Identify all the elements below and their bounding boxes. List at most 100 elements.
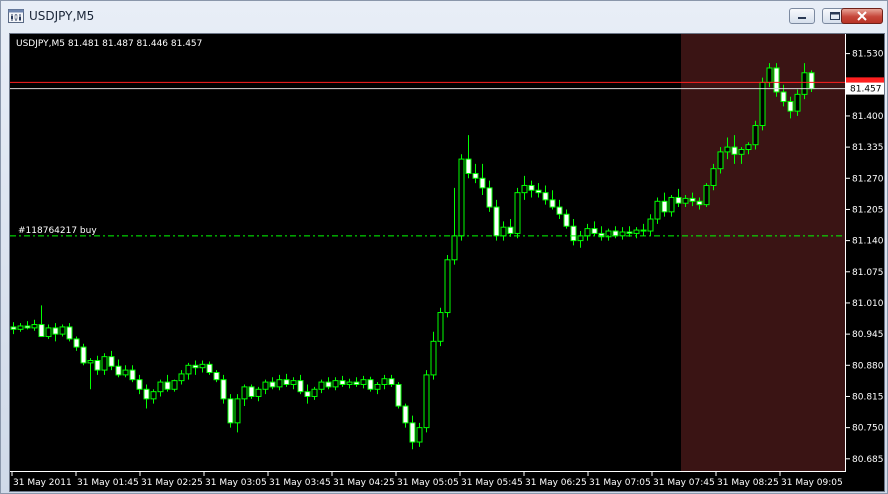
candle-body (38, 324, 45, 338)
candle-body (367, 379, 374, 390)
time-tick-label: 31 May 01:45 (77, 478, 139, 488)
close-button[interactable] (841, 8, 883, 24)
candle (304, 384, 311, 404)
candle-body (164, 381, 171, 390)
candle-body (136, 379, 143, 390)
candle (535, 183, 542, 198)
candle-body (549, 199, 556, 208)
time-tick-label: 31 May 05:05 (397, 478, 459, 488)
candle-body (171, 380, 178, 390)
candle-body (360, 379, 367, 385)
price-tick-label: 81.205 (852, 205, 884, 215)
candle (493, 199, 500, 241)
candle-body (521, 184, 528, 194)
candle (409, 415, 416, 450)
candle-body (584, 228, 591, 237)
time-axis: 31 May 2011 31 May 01:45 31 May 02:25 31 Ma… (11, 471, 843, 488)
order-label: #118764217 buy (18, 226, 97, 236)
time-tick-label: 31 May 05:45 (461, 478, 523, 488)
candle-body (122, 369, 129, 376)
minimize-button[interactable] (789, 8, 815, 24)
candle-body (199, 363, 206, 369)
candle (248, 384, 255, 399)
candle (444, 255, 451, 318)
candle (318, 379, 325, 394)
candle (528, 180, 535, 198)
candle-body (283, 379, 290, 385)
candle-body (395, 383, 402, 407)
candle (325, 377, 332, 390)
candle-body (115, 365, 122, 376)
candle (234, 394, 241, 433)
candle (353, 377, 360, 387)
candle-body (479, 177, 486, 189)
price-tick-label: 81.335 (852, 143, 884, 153)
price-tick-label: 80.945 (852, 330, 884, 340)
candle-body (374, 383, 381, 390)
candle-body (451, 235, 458, 261)
chart-app-icon (8, 9, 24, 23)
candle (556, 199, 563, 220)
candle-body (640, 229, 647, 232)
candle (458, 154, 465, 241)
candle (472, 163, 479, 184)
candle (136, 374, 143, 395)
candle-body (255, 388, 262, 397)
candle-body (353, 381, 360, 385)
candle (570, 219, 577, 246)
candle (521, 175, 528, 200)
time-tick-label: 31 May 09:05 (781, 478, 843, 488)
candle (297, 374, 304, 395)
candle-body (675, 196, 682, 204)
candle (59, 324, 66, 337)
candle (360, 375, 367, 389)
candle (626, 226, 633, 237)
candle (115, 359, 122, 378)
candle-body (738, 149, 745, 155)
price-chart[interactable]: #118764217 buy USDJPY,M5 81.481 81.487 8… (10, 34, 884, 491)
candle-body (73, 338, 80, 348)
candle-body (703, 184, 710, 206)
candle-body (80, 346, 87, 364)
candle-body (668, 196, 675, 213)
candle (129, 365, 136, 383)
candle (479, 163, 486, 196)
candle (759, 77, 766, 131)
candle (150, 389, 157, 404)
candle (262, 379, 269, 395)
candle (423, 370, 430, 433)
candle (451, 187, 458, 265)
candle (87, 358, 94, 390)
candle (402, 403, 409, 428)
title-bar[interactable]: USDJPY,M5 (1, 1, 887, 31)
candle (507, 219, 514, 237)
candle-body (318, 381, 325, 390)
candle (437, 307, 444, 347)
candle (227, 394, 234, 428)
candle (549, 190, 556, 210)
candle-body (311, 388, 318, 397)
candle-body (276, 379, 283, 388)
candle-body (269, 381, 276, 388)
candle (283, 373, 290, 387)
candle (171, 379, 178, 392)
candle (73, 336, 80, 351)
candle-body (143, 388, 150, 400)
candle (157, 379, 164, 397)
candle (675, 188, 682, 208)
candle (185, 362, 192, 380)
candle (374, 382, 381, 395)
candle-body (591, 228, 598, 234)
candle (339, 375, 346, 387)
time-tick-label: 31 May 03:45 (269, 478, 331, 488)
chart-area[interactable]: #118764217 buy USDJPY,M5 81.481 81.487 8… (9, 33, 885, 492)
candle-body (493, 206, 500, 237)
candle-body (577, 235, 584, 242)
candle-body (52, 327, 59, 335)
time-tick-label: 31 May 03:05 (205, 478, 267, 488)
candle (31, 319, 38, 331)
candle (430, 331, 437, 380)
candle (10, 322, 17, 335)
candle (94, 355, 101, 375)
candle-body (794, 93, 801, 112)
